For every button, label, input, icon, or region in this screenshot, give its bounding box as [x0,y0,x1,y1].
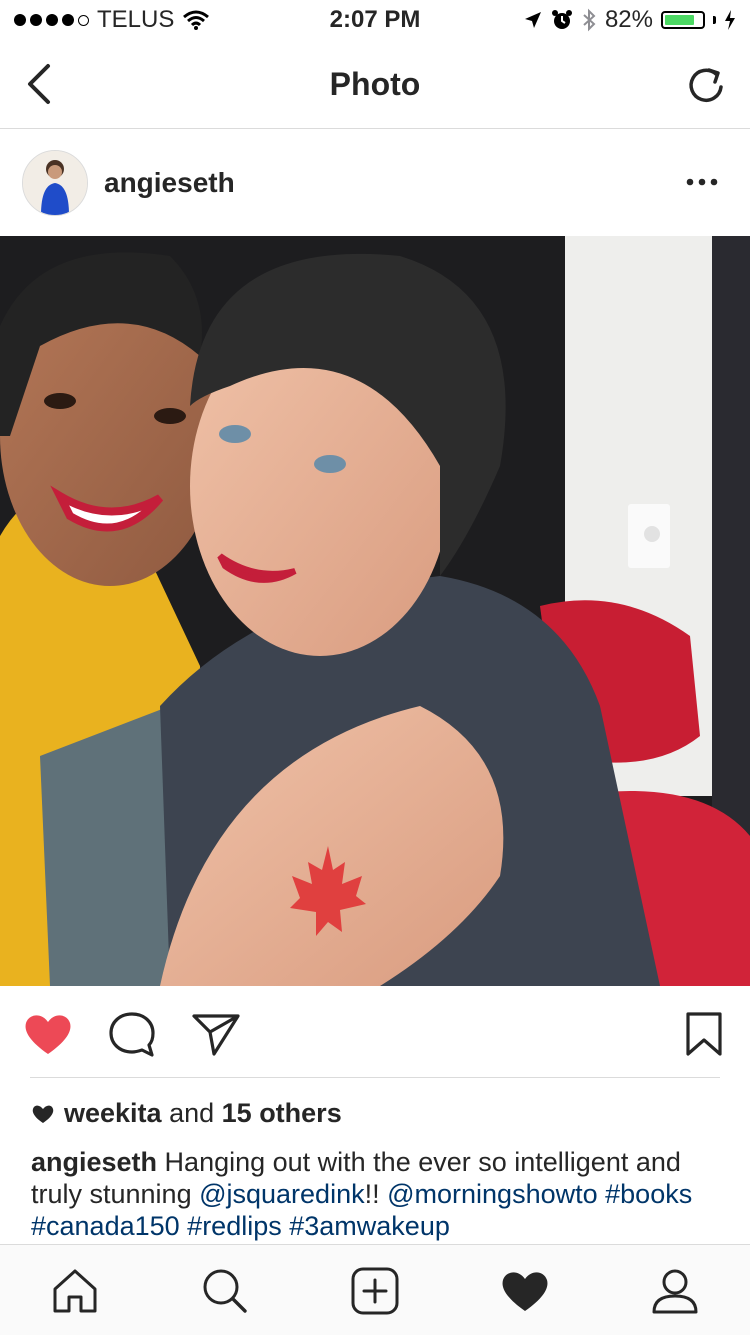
caption-tag-link[interactable]: #redlips [187,1211,282,1241]
caption-segment [598,1179,606,1209]
battery-tip [713,16,716,24]
add-post-icon[interactable] [349,1265,401,1317]
caption-tag-link[interactable]: @morningshowto [387,1179,598,1209]
charging-bolt-icon [725,10,735,30]
status-bar: TELUS 2:07 PM 82% [0,0,750,40]
caption-tag-link[interactable]: #books [605,1179,692,1209]
navigation-bar: Photo [0,40,750,129]
page-title: Photo [329,66,421,102]
battery-icon [661,11,705,29]
small-heart-icon [32,1105,54,1123]
caption-tag-link[interactable]: @jsquaredink [199,1179,365,1209]
comment-icon[interactable] [106,1010,158,1058]
battery-level [665,15,694,25]
likes-summary[interactable]: weekita and 15 others [32,1098,342,1129]
post-username[interactable]: angieseth [104,167,235,199]
profile-icon[interactable] [649,1265,701,1317]
caption-username[interactable]: angieseth [31,1147,157,1177]
alarm-icon [551,10,572,29]
actions-divider [30,1077,720,1078]
bluetooth-icon [583,8,596,32]
ellipsis-icon[interactable] [682,167,722,197]
photo-illustration [0,236,750,986]
home-icon[interactable] [49,1265,101,1317]
search-icon[interactable] [199,1265,251,1317]
avatar[interactable] [22,150,88,216]
likes-connector: and [169,1098,215,1128]
location-arrow-icon [524,12,541,28]
heart-icon[interactable] [22,1010,74,1058]
avatar-photo [23,151,87,215]
caption-segment: !! [364,1179,388,1209]
caption-tag-link[interactable]: #3amwakeup [289,1211,450,1241]
likes-others[interactable]: 15 others [222,1098,342,1128]
status-right: 82% [523,6,736,34]
share-icon[interactable] [190,1010,242,1058]
bookmark-icon[interactable] [678,1010,730,1058]
post-actions [0,986,750,1078]
post-header: angieseth [0,129,750,235]
tab-bar [0,1244,750,1335]
battery-percent: 82% [604,6,653,33]
post-photo[interactable] [0,236,750,986]
post-caption: angieseth Hanging out with the ever so i… [31,1146,731,1242]
activity-heart-icon[interactable] [499,1265,551,1317]
caption-tag-link[interactable]: #canada150 [31,1211,180,1241]
liked-by-user[interactable]: weekita [64,1098,162,1128]
refresh-icon[interactable] [686,62,726,106]
